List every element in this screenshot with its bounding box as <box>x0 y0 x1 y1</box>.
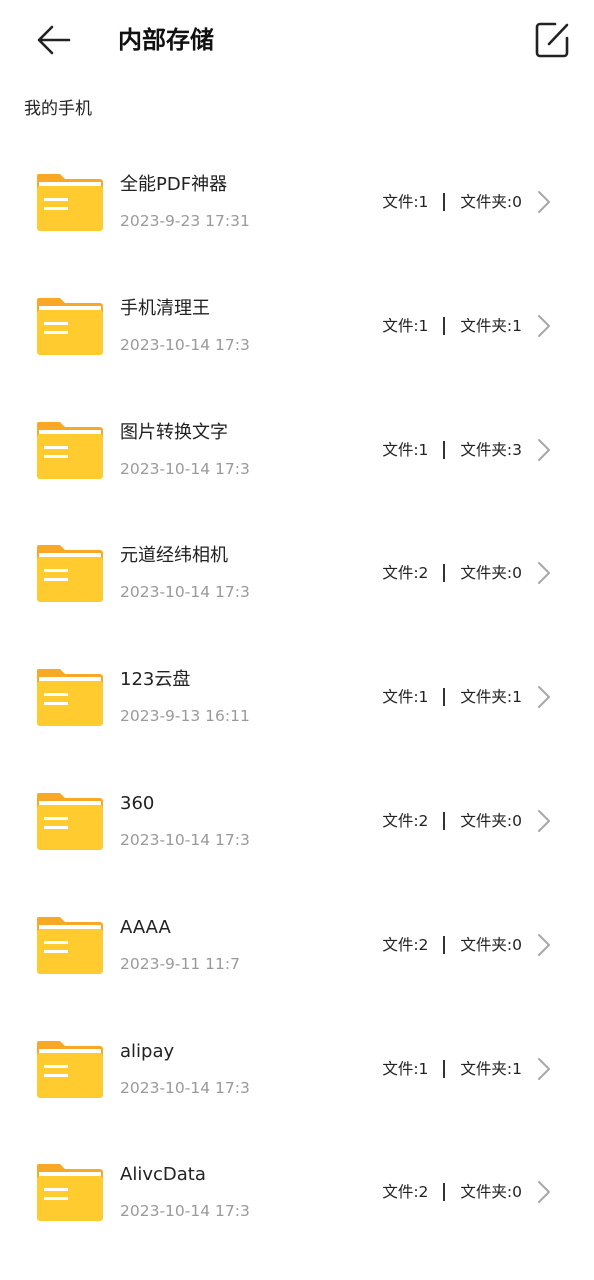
folder-name: alipay <box>120 1040 175 1062</box>
folder-name: AAAA <box>120 916 171 938</box>
folder-stats: 文件:2 文件夹:0 <box>382 809 522 833</box>
app-header: 内部存储 <box>0 0 594 80</box>
chevron-right-icon <box>538 314 550 337</box>
file-count: 文件:1 <box>382 688 429 707</box>
folder-row[interactable]: alipay 2023-10-14 17:3 文件:1 文件夹:1 <box>0 1007 594 1131</box>
folder-icon <box>37 792 103 850</box>
subfolder-count: 文件夹:0 <box>460 193 522 211</box>
folder-icon <box>37 1164 103 1222</box>
folder-stats: 文件:1 文件夹:0 <box>382 190 522 214</box>
folder-icon <box>37 421 103 479</box>
chevron-right-icon <box>538 191 550 213</box>
edit-button[interactable] <box>528 16 576 64</box>
folder-row[interactable]: 手机清理王 2023-10-14 17:3 文件:1 文件夹:1 <box>0 264 594 388</box>
folder-date: 2023-10-14 17:3 <box>120 1202 250 1221</box>
folder-date: 2023-10-14 17:3 <box>120 1078 250 1097</box>
file-count: 文件:1 <box>382 193 429 211</box>
folder-row[interactable]: AlivcData 2023-10-14 17:3 文件:2 文件夹:0 <box>0 1130 594 1254</box>
folder-row[interactable]: 123云盘 2023-9-13 16:11 文件:1 文件夹:1 <box>0 635 594 759</box>
divider <box>443 1059 446 1078</box>
folder-date: 2023-10-14 17:3 <box>120 335 250 354</box>
chevron-right-icon <box>538 562 550 585</box>
folder-name: 全能PDF神器 <box>120 174 228 195</box>
chevron-right-icon <box>538 809 550 832</box>
folder-name: 元道经纬相机 <box>120 545 228 567</box>
chevron-right-icon <box>538 1057 550 1080</box>
subfolder-count: 文件夹:0 <box>460 564 522 583</box>
folder-name: 手机清理王 <box>120 297 210 319</box>
folder-name: 123云盘 <box>120 669 191 691</box>
divider <box>443 193 446 211</box>
subfolder-count: 文件夹:0 <box>460 1183 522 1202</box>
subfolder-count: 文件夹:0 <box>460 811 522 830</box>
folder-row[interactable]: 图片转换文字 2023-10-14 17:3 文件:1 文件夹:3 <box>0 388 594 512</box>
folder-icon <box>37 297 103 355</box>
folder-date: 2023-10-14 17:3 <box>120 459 250 478</box>
folder-icon <box>37 545 103 603</box>
folder-icon <box>37 174 103 231</box>
folder-list: 全能PDF神器 2023-9-23 17:31 文件:1 文件夹:0 手机清理王… <box>0 140 594 1254</box>
file-count: 文件:2 <box>382 1183 429 1202</box>
subfolder-count: 文件夹:1 <box>460 1059 522 1078</box>
divider <box>443 811 446 830</box>
folder-date: 2023-10-14 17:3 <box>120 830 250 849</box>
file-count: 文件:1 <box>382 440 429 459</box>
folder-date: 2023-10-14 17:3 <box>120 583 250 602</box>
file-count: 文件:2 <box>382 564 429 583</box>
divider <box>443 440 446 459</box>
subfolder-count: 文件夹:3 <box>460 440 522 459</box>
chevron-right-icon <box>538 1181 550 1204</box>
folder-icon <box>37 669 103 727</box>
folder-date: 2023-9-13 16:11 <box>120 707 250 726</box>
folder-name: 360 <box>120 792 155 814</box>
subfolder-count: 文件夹:1 <box>460 688 522 707</box>
back-button[interactable] <box>30 18 78 62</box>
folder-stats: 文件:2 文件夹:0 <box>382 1180 522 1204</box>
chevron-right-icon <box>538 438 550 461</box>
folder-row[interactable]: 全能PDF神器 2023-9-23 17:31 文件:1 文件夹:0 <box>0 140 594 264</box>
edit-square-icon <box>535 22 569 58</box>
folder-row[interactable]: 元道经纬相机 2023-10-14 17:3 文件:2 文件夹:0 <box>0 511 594 635</box>
divider <box>443 1183 446 1202</box>
folder-name: AlivcData <box>120 1164 206 1186</box>
chevron-right-icon <box>538 933 550 956</box>
divider <box>443 316 446 335</box>
folder-stats: 文件:1 文件夹:3 <box>382 438 522 462</box>
folder-stats: 文件:1 文件夹:1 <box>382 1057 522 1081</box>
folder-stats: 文件:1 文件夹:1 <box>382 314 522 338</box>
file-count: 文件:1 <box>382 316 429 335</box>
file-count: 文件:1 <box>382 1059 429 1078</box>
folder-name: 图片转换文字 <box>120 421 228 443</box>
arrow-left-icon <box>37 25 71 55</box>
divider <box>443 564 446 583</box>
folder-date: 2023-9-23 17:31 <box>120 212 250 230</box>
file-count: 文件:2 <box>382 811 429 830</box>
folder-stats: 文件:2 文件夹:0 <box>382 933 522 957</box>
folder-stats: 文件:1 文件夹:1 <box>382 685 522 709</box>
folder-icon <box>37 1040 103 1098</box>
folder-date: 2023-9-11 11:7 <box>120 954 240 973</box>
file-count: 文件:2 <box>382 935 429 954</box>
page-title: 内部存储 <box>118 26 214 54</box>
folder-icon <box>37 916 103 974</box>
subfolder-count: 文件夹:1 <box>460 316 522 335</box>
divider <box>443 688 446 707</box>
breadcrumb[interactable]: 我的手机 <box>24 96 92 122</box>
chevron-right-icon <box>538 686 550 709</box>
folder-row[interactable]: 360 2023-10-14 17:3 文件:2 文件夹:0 <box>0 759 594 883</box>
divider <box>443 935 446 954</box>
folder-stats: 文件:2 文件夹:0 <box>382 561 522 585</box>
subfolder-count: 文件夹:0 <box>460 935 522 954</box>
folder-row[interactable]: AAAA 2023-9-11 11:7 文件:2 文件夹:0 <box>0 883 594 1007</box>
